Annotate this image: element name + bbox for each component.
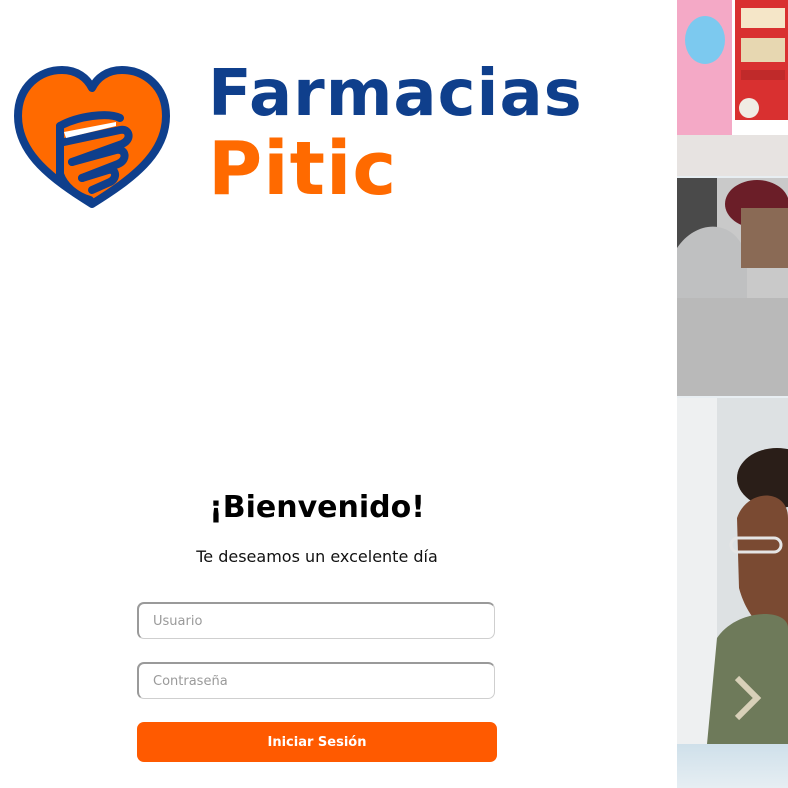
sky-photo	[677, 744, 788, 788]
login-button[interactable]: Iniciar Sesión	[137, 722, 497, 762]
login-header: ¡Bienvenido! Te deseamos un excelente dí…	[137, 490, 497, 566]
children-playroom-photo	[677, 0, 788, 176]
welcome-subtitle: Te deseamos un excelente día	[196, 547, 438, 566]
brand-name-pitic: Pitic	[208, 126, 398, 212]
welcome-title: ¡Bienvenido!	[209, 490, 425, 525]
brand-logo: Farmacias Pitic	[12, 62, 612, 222]
heart-hand-logo-icon	[14, 66, 170, 208]
password-input[interactable]	[139, 664, 494, 698]
password-field[interactable]	[137, 662, 495, 699]
woman-with-glasses-photo	[677, 398, 788, 744]
username-input[interactable]	[139, 604, 494, 638]
username-field[interactable]	[137, 602, 495, 639]
brand-name-farmacias: Farmacias	[208, 57, 583, 131]
person-with-hat-photo	[677, 178, 788, 396]
photo-collage	[677, 0, 788, 788]
